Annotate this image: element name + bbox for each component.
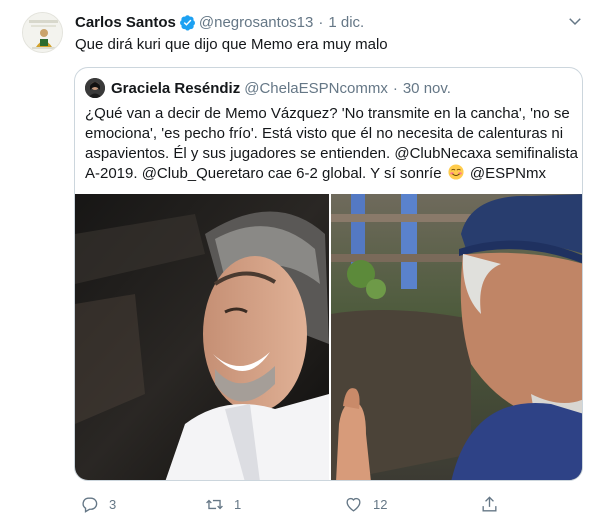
quoted-tweet[interactable]: Graciela Reséndiz @ChelaESPNcommx · 30 n… [74,67,583,481]
mention-espnmx[interactable]: @ESPNmx [470,165,546,182]
quoted-text-line: aspavientos. Él y sus jugadores se entie… [85,145,578,162]
quoted-separator: · [392,79,398,97]
retweet-button[interactable]: 1 [205,493,241,515]
tweet-text: Que dirá kuri que dijo que Memo era muy … [75,36,388,53]
quoted-text-segment: A-2019. @Club_Queretaro cae 6-2 global. … [85,165,442,182]
quoted-text-line-last: A-2019. @Club_Queretaro cae 6-2 global. … [85,164,575,184]
reply-icon [82,496,98,513]
author-name[interactable]: Carlos Santos [75,14,176,31]
quoted-media[interactable] [75,194,582,480]
tweet-header: Carlos Santos @negrosantos13 · 1 dic. [75,11,364,33]
header-separator: · [318,13,324,31]
quoted-author-handle: @ChelaESPNcommx [244,79,388,97]
verified-badge-icon [179,14,195,31]
quoted-text: ¿Qué van a decir de Memo Vázquez? 'No tr… [85,104,578,184]
photo-smiling-man[interactable] [75,194,329,480]
quoted-text-line: ¿Qué van a decir de Memo Vázquez? 'No tr… [85,105,570,122]
tweet-date[interactable]: 1 dic. [328,14,364,31]
retweet-count: 1 [234,496,242,512]
avatar-image [23,13,62,52]
quoted-avatar [85,78,105,98]
smiling-face-emoji [448,164,464,180]
chevron-down-icon[interactable] [566,12,584,30]
retweet-icon [206,499,223,509]
author-avatar[interactable] [22,12,63,53]
heart-icon [346,497,361,512]
quoted-header: Graciela Reséndiz @ChelaESPNcommx · 30 n… [85,77,451,99]
reply-button[interactable]: 3 [80,493,116,515]
quoted-text-line: emociona', 'es pecho frío'. Está visto q… [85,125,564,142]
author-handle[interactable]: @negrosantos13 [199,14,313,31]
quoted-author-name: Graciela Reséndiz [111,79,241,97]
tweet-actions: 3 1 12 [80,493,520,515]
reply-count: 3 [109,496,117,512]
share-icon [482,495,497,512]
share-button[interactable] [480,493,499,515]
like-count: 12 [373,496,388,512]
like-button[interactable]: 12 [344,493,387,515]
quoted-date: 30 nov. [402,79,451,97]
tweet-card[interactable]: Carlos Santos @negrosantos13 · 1 dic. Qu… [0,0,598,526]
photo-man-thumbs-up[interactable] [331,194,582,480]
